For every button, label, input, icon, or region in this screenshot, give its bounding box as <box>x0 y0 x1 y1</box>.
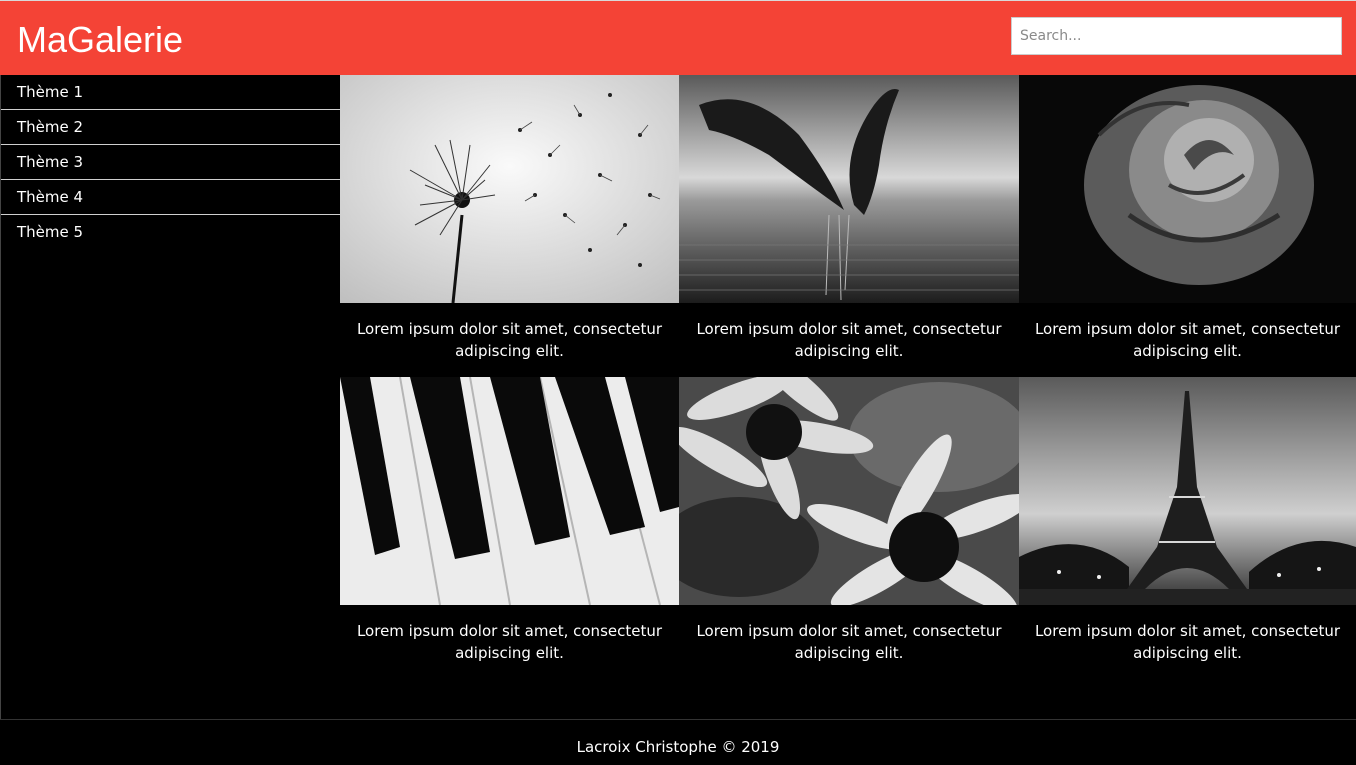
gallery-caption: Lorem ipsum dolor sit amet, consectetur … <box>1034 622 1341 662</box>
photo-gallery: Lorem ipsum dolor sit amet, consectetur … <box>340 75 1356 719</box>
gallery-card[interactable]: Lorem ipsum dolor sit amet, consectetur … <box>679 377 1019 679</box>
piano-keys-photo[interactable] <box>340 377 679 605</box>
sidebar-item-theme-4[interactable]: Thème 4 <box>1 180 340 215</box>
dandelion-photo[interactable] <box>340 75 679 303</box>
gallery-card[interactable]: Lorem ipsum dolor sit amet, consectetur … <box>340 377 679 679</box>
gallery-caption: Lorem ipsum dolor sit amet, consectetur … <box>696 320 1002 360</box>
gallery-caption: Lorem ipsum dolor sit amet, consectetur … <box>696 622 1002 662</box>
footer: Lacroix Christophe © 2019 <box>0 719 1356 765</box>
gallery-caption: Lorem ipsum dolor sit amet, consectetur … <box>356 320 663 360</box>
gallery-caption: Lorem ipsum dolor sit amet, consectetur … <box>1034 320 1341 360</box>
eiffel-tower-photo[interactable] <box>1019 377 1356 605</box>
gallery-card[interactable]: Lorem ipsum dolor sit amet, consectetur … <box>340 75 679 377</box>
header-bar: MaGalerie <box>0 0 1356 75</box>
sidebar-nav: Thème 1 Thème 2 Thème 3 Thème 4 Thème 5 <box>0 75 340 719</box>
sidebar-item-theme-5[interactable]: Thème 5 <box>1 215 340 250</box>
search-input[interactable] <box>1011 17 1342 55</box>
daisies-photo[interactable] <box>679 377 1019 605</box>
site-title[interactable]: MaGalerie <box>17 18 183 62</box>
gallery-card[interactable]: Lorem ipsum dolor sit amet, consectetur … <box>1019 377 1356 679</box>
sidebar-item-theme-1[interactable]: Thème 1 <box>1 75 340 110</box>
sidebar-item-theme-2[interactable]: Thème 2 <box>1 110 340 145</box>
copyright-text: Lacroix Christophe © 2019 <box>576 738 780 756</box>
gallery-card[interactable]: Lorem ipsum dolor sit amet, consectetur … <box>679 75 1019 377</box>
gallery-card[interactable]: Lorem ipsum dolor sit amet, consectetur … <box>1019 75 1356 377</box>
rose-photo[interactable] <box>1019 75 1356 303</box>
dolphins-photo[interactable] <box>679 75 1019 303</box>
sidebar-item-theme-3[interactable]: Thème 3 <box>1 145 340 180</box>
gallery-caption: Lorem ipsum dolor sit amet, consectetur … <box>356 622 663 662</box>
